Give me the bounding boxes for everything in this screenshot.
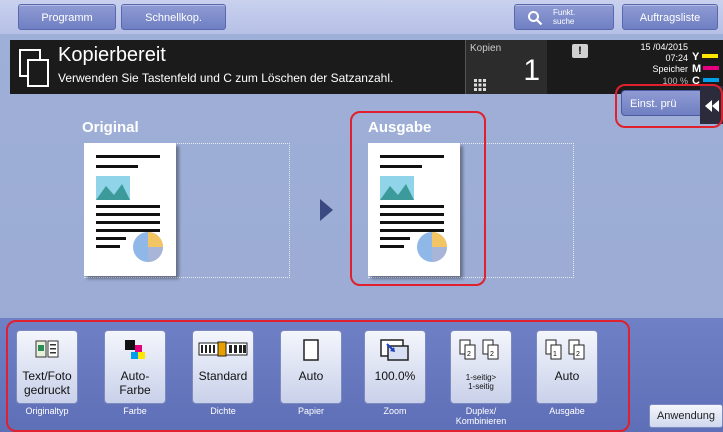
time-text: 07:24 xyxy=(665,53,688,63)
anwendung-button[interactable]: Anwendung xyxy=(649,404,723,428)
funkt-label: Funkt. xyxy=(553,8,576,17)
copy-pages-icon xyxy=(18,48,50,93)
original-label: Original xyxy=(82,119,139,136)
date-text: 15 /04/2015 xyxy=(640,42,688,52)
toner-m-bar xyxy=(703,65,720,70)
programm-button[interactable]: Programm xyxy=(18,4,116,30)
warning-icon[interactable]: ! xyxy=(572,44,588,58)
auftragsliste-button[interactable]: Auftragsliste xyxy=(622,4,718,30)
toner-y-bar xyxy=(702,53,719,58)
direction-arrow-icon xyxy=(320,199,333,221)
toner-levels: Y M C xyxy=(692,47,720,87)
document-preview-icon xyxy=(96,155,163,262)
ausgabe-highlight xyxy=(350,111,486,286)
einst-highlight xyxy=(615,84,723,128)
kopien-counter: Kopien 1 xyxy=(465,40,548,94)
status-title: Kopierbereit xyxy=(58,44,166,66)
status-panel: Kopierbereit Verwenden Sie Tastenfeld un… xyxy=(10,40,465,94)
kopien-label: Kopien xyxy=(470,43,502,54)
funkt-suche-button[interactable]: Funkt. suche xyxy=(514,4,614,30)
copy-screen: Programm Schnellkop. Funkt. suche Auftra… xyxy=(0,0,723,432)
suche-label: suche xyxy=(553,17,575,26)
search-icon xyxy=(527,10,543,36)
schnellkop-button[interactable]: Schnellkop. xyxy=(121,4,226,30)
keypad-icon[interactable] xyxy=(474,78,486,96)
kopien-value: 1 xyxy=(523,54,540,87)
original-paper-preview xyxy=(84,143,176,276)
toner-c-bar xyxy=(702,77,719,82)
memory-label: Speicher xyxy=(652,64,688,74)
status-subtitle: Verwenden Sie Tastenfeld und C zum Lösch… xyxy=(58,71,394,85)
function-keys-highlight xyxy=(6,320,630,432)
